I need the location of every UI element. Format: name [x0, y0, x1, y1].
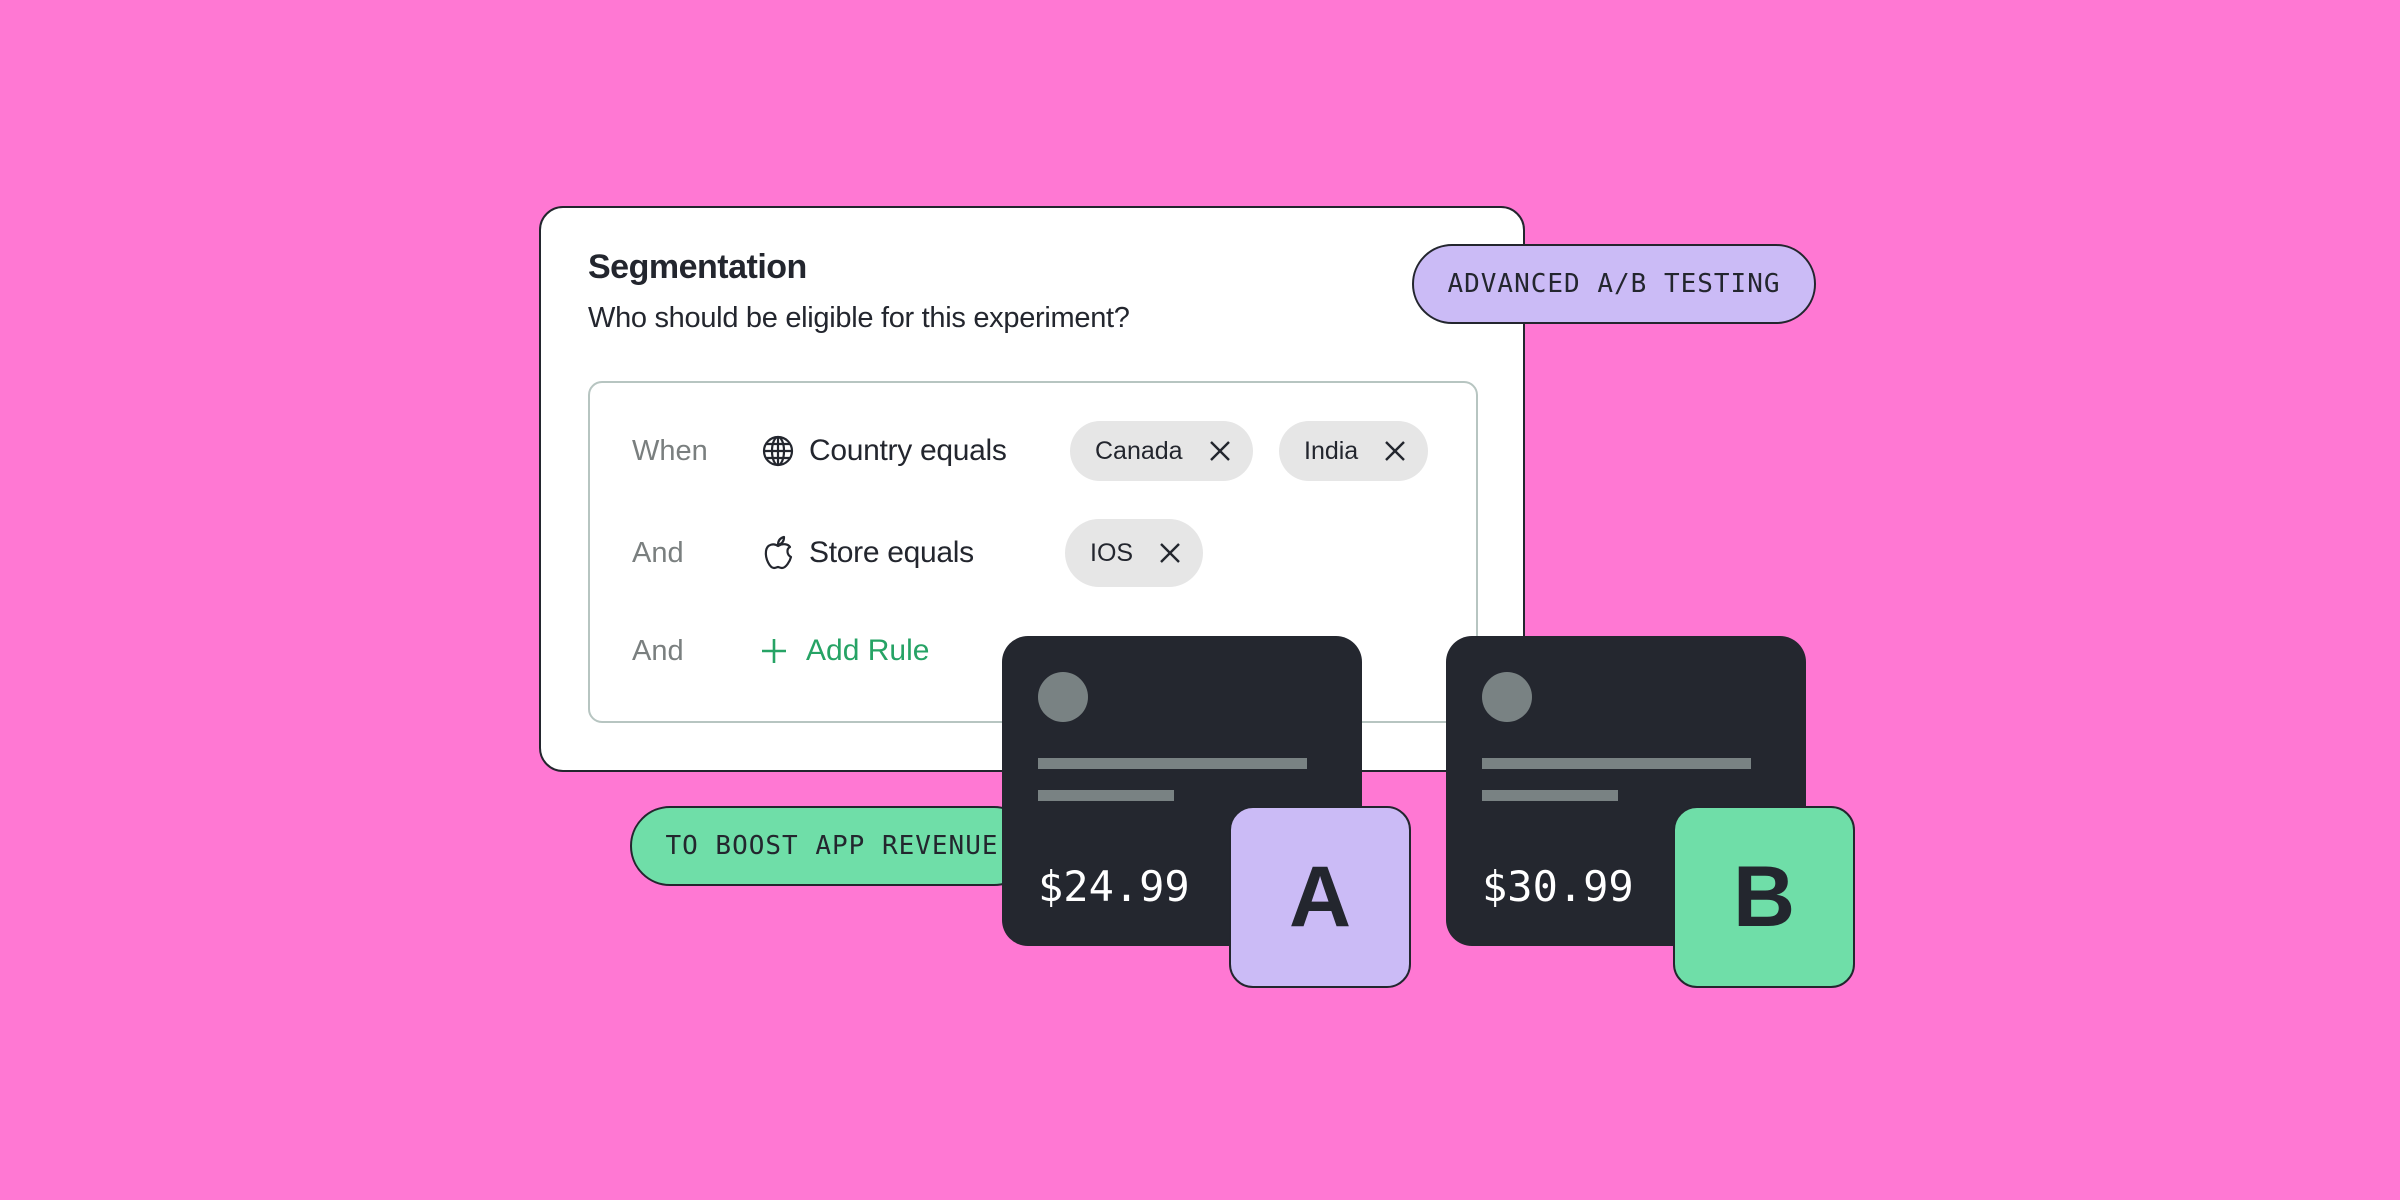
- text-placeholder-line: [1038, 790, 1174, 801]
- rule-row-store: And Store equals IOS: [590, 519, 1476, 587]
- price-label: $24.99: [1038, 862, 1190, 911]
- avatar-placeholder: [1038, 672, 1088, 722]
- avatar-placeholder: [1482, 672, 1532, 722]
- chip-label: IOS: [1090, 538, 1134, 567]
- rule-label[interactable]: Store equals: [809, 536, 974, 570]
- chip-ios[interactable]: IOS: [1065, 519, 1204, 587]
- close-icon[interactable]: [1209, 440, 1231, 462]
- add-rule-button[interactable]: Add Rule: [760, 634, 929, 668]
- chip-canada[interactable]: Canada: [1070, 421, 1253, 481]
- text-placeholder-line: [1482, 758, 1751, 769]
- chip-label: India: [1304, 436, 1359, 465]
- rule-conjunction: And: [632, 634, 684, 667]
- rule-label[interactable]: Country equals: [809, 434, 1007, 468]
- variant-a-tile: A: [1229, 806, 1411, 988]
- text-placeholder-line: [1482, 790, 1618, 801]
- rule-row-country: When Country equals Canada India: [590, 421, 1476, 481]
- chip-india[interactable]: India: [1279, 421, 1429, 481]
- segmentation-subtitle: Who should be eligible for this experime…: [588, 302, 1130, 334]
- variant-b-tile: B: [1673, 806, 1855, 988]
- advanced-ab-testing-badge: ADVANCED A/B TESTING: [1412, 244, 1816, 324]
- boost-revenue-badge: TO BOOST APP REVENUE: [630, 806, 1034, 886]
- globe-icon: [760, 433, 796, 469]
- close-icon[interactable]: [1384, 440, 1406, 462]
- chip-label: Canada: [1095, 436, 1183, 465]
- rule-conjunction: And: [632, 536, 684, 569]
- apple-icon: [760, 535, 796, 571]
- segmentation-title: Segmentation: [588, 248, 807, 286]
- text-placeholder-line: [1038, 758, 1307, 769]
- close-icon[interactable]: [1159, 542, 1181, 564]
- add-rule-label: Add Rule: [806, 634, 930, 667]
- price-label: $30.99: [1482, 862, 1634, 911]
- rule-conjunction: When: [632, 434, 708, 467]
- plus-icon: [760, 637, 788, 665]
